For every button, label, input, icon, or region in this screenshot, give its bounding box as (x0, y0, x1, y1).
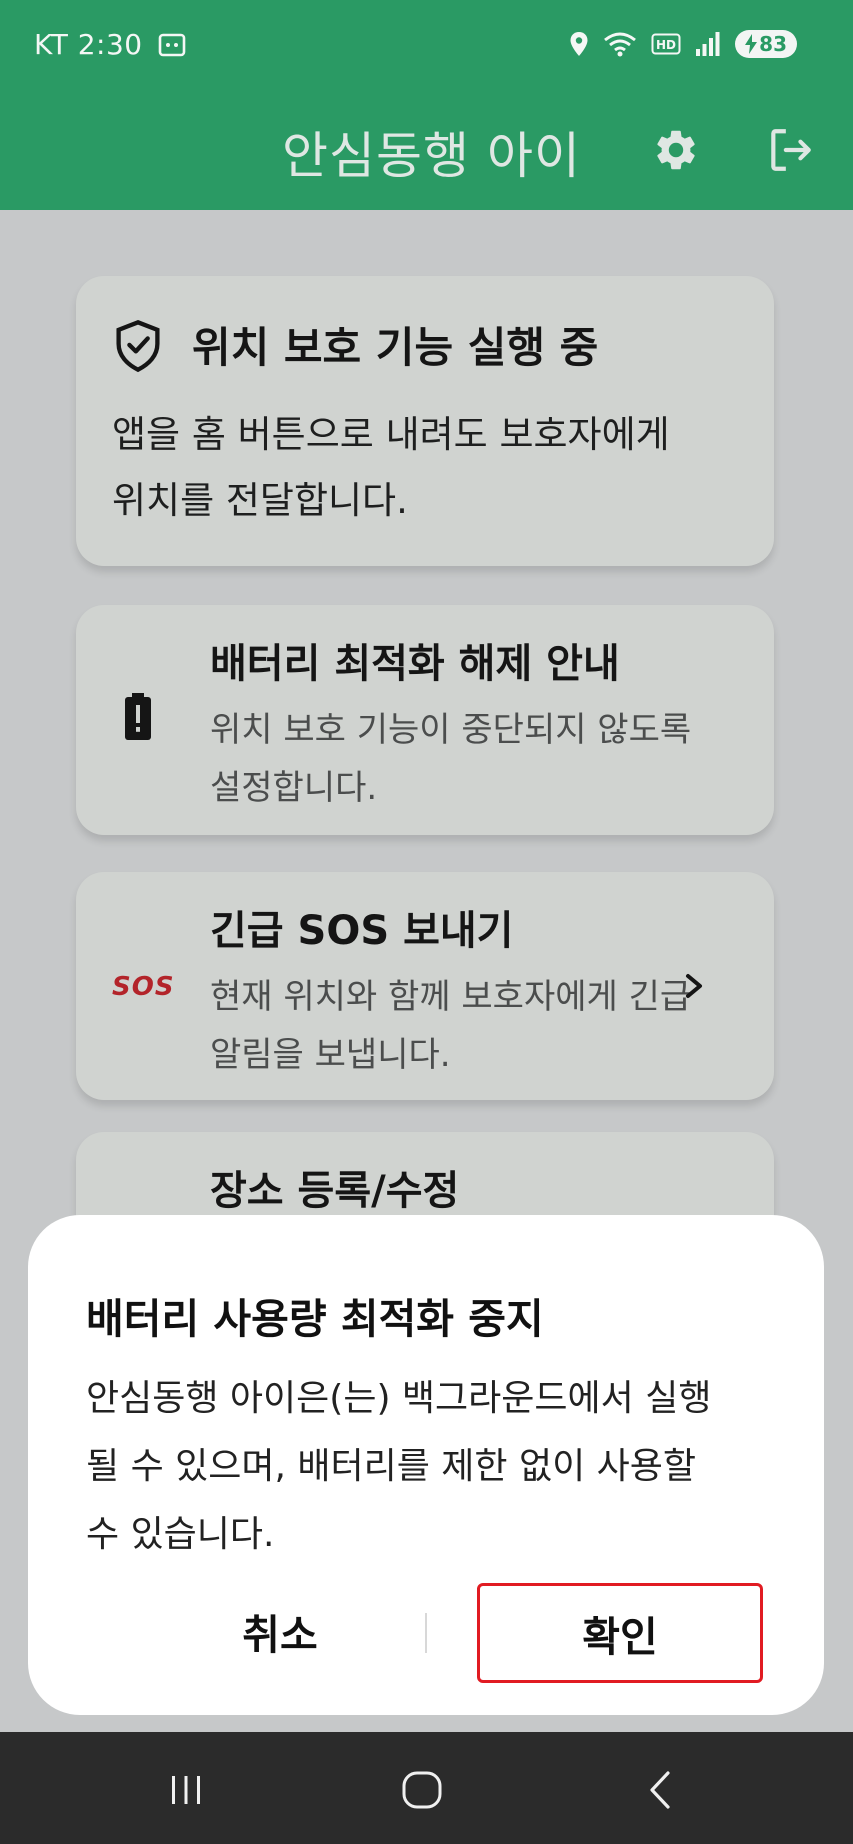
battery-card-description: 위치 보호 기능이 중단되지 않도록 설정합니다. (210, 710, 692, 808)
battery-indicator: 83 (735, 30, 797, 58)
location-icon (570, 32, 588, 56)
app-title: 안심동행 아이 (282, 127, 581, 185)
dialog-title: 배터리 사용량 최적화 중지 (86, 1295, 544, 1343)
recent-apps-icon (172, 1776, 200, 1804)
signal-icon (696, 32, 720, 56)
gear-icon (657, 130, 695, 170)
sos-card-title: 긴급 SOS 보내기 (210, 908, 514, 954)
battery-optimization-card[interactable]: 배터리 최적화 해제 안내 위치 보호 기능이 중단되지 않도록 설정합니다. (76, 605, 774, 835)
logout-button[interactable] (758, 118, 822, 182)
status-bar: KT 2:30 HD 83 (0, 0, 853, 96)
protection-description: 앱을 홈 버튼으로 내려도 보호자에게 위치를 전달합니다. (112, 413, 670, 522)
home-button[interactable] (390, 1762, 454, 1818)
battery-level: 83 (759, 32, 787, 56)
charging-bolt-icon (745, 34, 758, 54)
protection-title: 위치 보호 기능 실행 중 (192, 323, 599, 372)
places-card-title: 장소 등록/수정 (210, 1168, 460, 1214)
protection-status-card: 위치 보호 기능 실행 중 앱을 홈 버튼으로 내려도 보호자에게 위치를 전달… (76, 276, 774, 566)
back-button[interactable] (628, 1762, 692, 1818)
wifi-icon (604, 32, 637, 57)
sos-card[interactable]: SOS 긴급 SOS 보내기 현재 위치와 함께 보호자에게 긴급 알림을 보냅… (76, 872, 774, 1100)
chevron-right-icon (684, 972, 704, 1004)
settings-button[interactable] (644, 118, 708, 182)
button-divider (425, 1613, 427, 1653)
sos-card-description: 현재 위치와 함께 보호자에게 긴급 알림을 보냅니다. (210, 977, 692, 1075)
dialog-body: 안심동행 아이은(는) 백그라운드에서 실행될 수 있으며, 배터리를 제한 없… (86, 1378, 712, 1555)
home-icon (402, 1771, 442, 1809)
system-navigation-bar (0, 1732, 853, 1844)
back-icon (650, 1771, 670, 1809)
battery-card-title: 배터리 최적화 해제 안내 (210, 641, 620, 687)
logout-icon (771, 129, 811, 171)
shield-check-icon (112, 318, 164, 378)
svg-text:HD: HD (656, 38, 676, 52)
status-time: KT 2:30 (34, 28, 143, 61)
app-bar: 안심동행 아이 (0, 96, 853, 210)
recent-apps-button[interactable] (154, 1762, 218, 1818)
cancel-button[interactable]: 취소 (140, 1581, 420, 1681)
screenshot-indicator-icon (158, 33, 185, 56)
battery-optimization-dialog: 배터리 사용량 최적화 중지 안심동행 아이은(는) 백그라운드에서 실행될 수… (28, 1215, 824, 1715)
confirm-button[interactable]: 확인 (477, 1583, 763, 1683)
hd-voice-icon: HD (651, 33, 681, 55)
battery-alert-icon (124, 693, 152, 745)
sos-icon: SOS (112, 972, 175, 1002)
